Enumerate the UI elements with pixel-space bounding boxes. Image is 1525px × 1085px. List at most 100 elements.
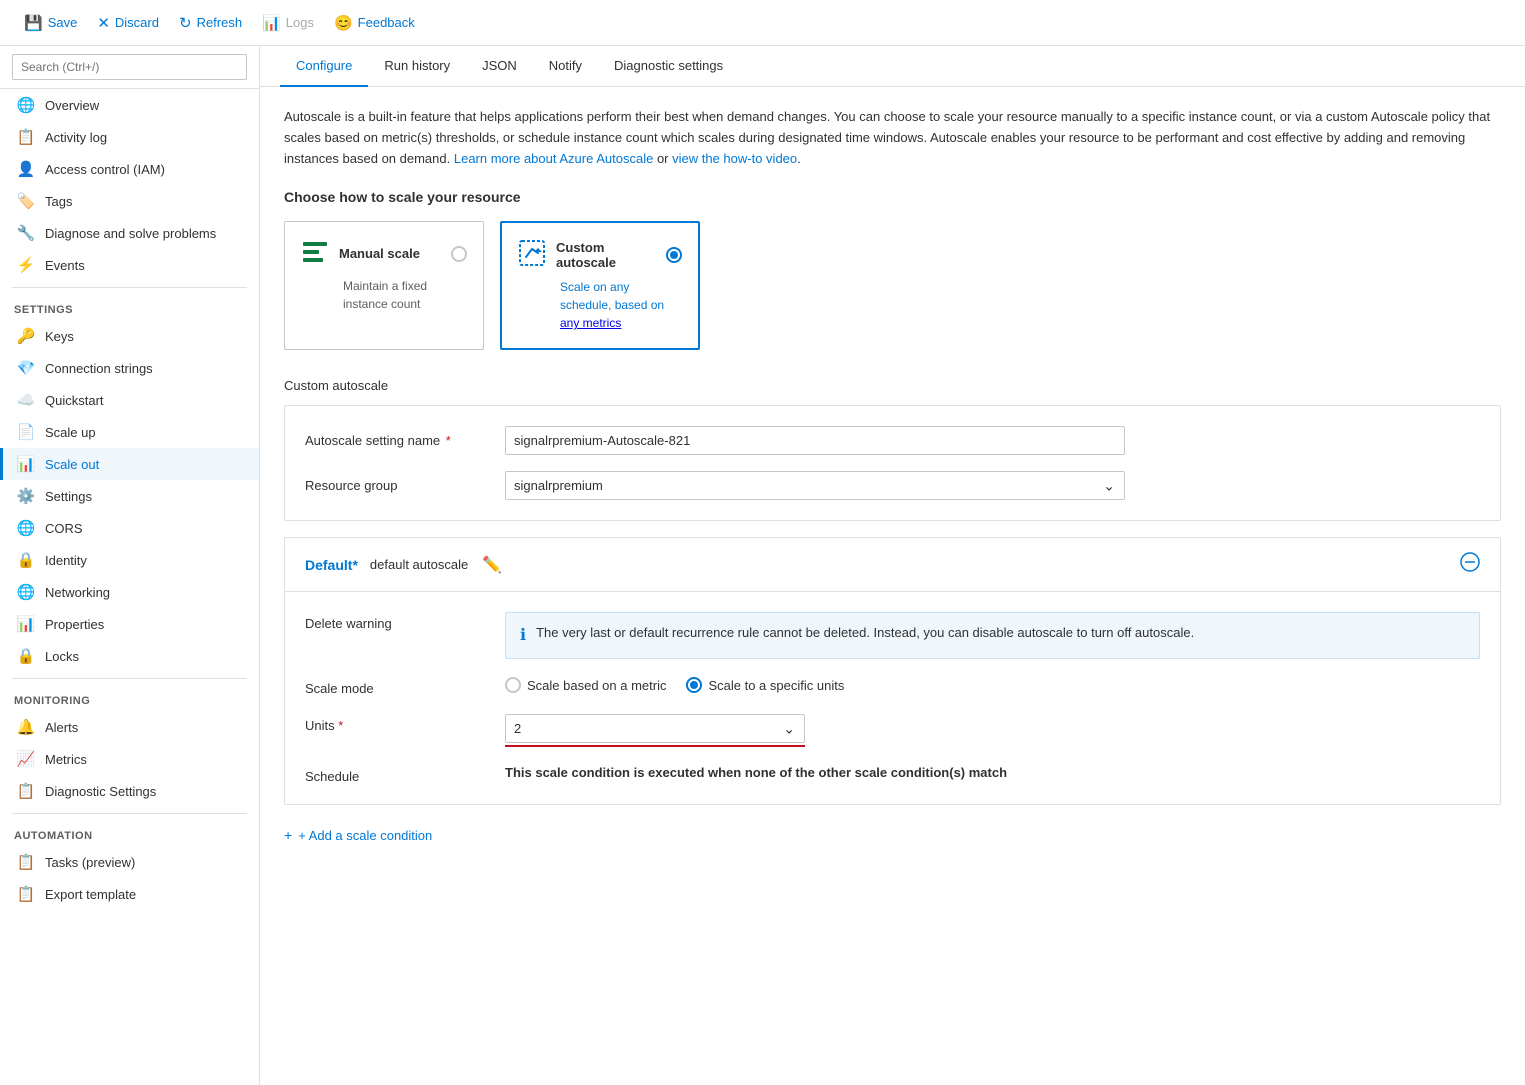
units-label: Units * xyxy=(305,714,505,733)
custom-autoscale-card[interactable]: Custom autoscale Scale on any schedule, … xyxy=(500,221,700,350)
content-area: Configure Run history JSON Notify Diagno… xyxy=(260,46,1525,1085)
sidebar-item-keys[interactable]: 🔑 Keys xyxy=(0,320,259,352)
feedback-button[interactable]: 😊 Feedback xyxy=(326,10,423,36)
sidebar: 🌐 Overview 📋 Activity log 👤 Access contr… xyxy=(0,46,260,1085)
search-input[interactable] xyxy=(12,54,247,80)
scale-out-icon: 📊 xyxy=(17,455,35,473)
manual-scale-radio[interactable] xyxy=(451,246,467,262)
units-select[interactable]: 1 2 3 4 5 xyxy=(505,714,805,743)
sidebar-item-tasks[interactable]: 📋 Tasks (preview) xyxy=(0,846,259,878)
properties-icon: 📊 xyxy=(17,615,35,633)
sidebar-item-label: Properties xyxy=(45,617,104,632)
schedule-row: Schedule This scale condition is execute… xyxy=(305,765,1480,784)
sidebar-item-diagnose[interactable]: 🔧 Diagnose and solve problems xyxy=(0,217,259,249)
identity-icon: 🔒 xyxy=(17,551,35,569)
sidebar-item-locks[interactable]: 🔒 Locks xyxy=(0,640,259,672)
sidebar-item-events[interactable]: ⚡ Events xyxy=(0,249,259,281)
sidebar-item-quickstart[interactable]: ☁️ Quickstart xyxy=(0,384,259,416)
units-select-wrap: 1 2 3 4 5 xyxy=(505,714,805,743)
sidebar-item-iam[interactable]: 👤 Access control (IAM) xyxy=(0,153,259,185)
tags-icon: 🏷️ xyxy=(17,192,35,210)
condition-body: Delete warning ℹ The very last or defaul… xyxy=(285,592,1500,804)
export-template-icon: 📋 xyxy=(17,885,35,903)
refresh-icon: ↻ xyxy=(179,14,192,32)
condition-header: Default* default autoscale ✏️ xyxy=(285,538,1500,592)
sidebar-item-settings[interactable]: ⚙️ Settings xyxy=(0,480,259,512)
keys-icon: 🔑 xyxy=(17,327,35,345)
sidebar-item-tags[interactable]: 🏷️ Tags xyxy=(0,185,259,217)
networking-icon: 🌐 xyxy=(17,583,35,601)
save-button[interactable]: 💾 Save xyxy=(16,10,85,36)
tab-run-history[interactable]: Run history xyxy=(368,46,466,87)
sidebar-item-cors[interactable]: 🌐 CORS xyxy=(0,512,259,544)
save-icon: 💾 xyxy=(24,14,43,32)
add-condition-icon: + xyxy=(284,827,292,843)
sidebar-item-label: Locks xyxy=(45,649,79,664)
alerts-icon: 🔔 xyxy=(17,718,35,736)
iam-icon: 👤 xyxy=(17,160,35,178)
resource-group-label: Resource group xyxy=(305,478,505,493)
scale-up-icon: 📄 xyxy=(17,423,35,441)
logs-button[interactable]: 📊 Logs xyxy=(254,10,322,36)
delete-warning-label: Delete warning xyxy=(305,612,505,631)
add-scale-condition-button[interactable]: + + Add a scale condition xyxy=(284,821,432,849)
condition-edit-button[interactable]: ✏️ xyxy=(480,553,504,577)
settings-divider xyxy=(12,287,247,288)
tab-diagnostic-settings[interactable]: Diagnostic settings xyxy=(598,46,739,87)
tab-configure[interactable]: Configure xyxy=(280,46,368,87)
settings-icon: ⚙️ xyxy=(17,487,35,505)
tab-json[interactable]: JSON xyxy=(466,46,533,87)
sidebar-item-connection-strings[interactable]: 💎 Connection strings xyxy=(0,352,259,384)
condition-delete-button[interactable] xyxy=(1460,552,1480,577)
diagnostic-settings-icon: 📋 xyxy=(17,782,35,800)
scale-specific-units-option[interactable]: Scale to a specific units xyxy=(686,677,844,693)
custom-autoscale-title: Custom autoscale xyxy=(556,240,656,270)
custom-autoscale-radio[interactable] xyxy=(666,247,682,263)
custom-autoscale-header: Custom autoscale xyxy=(518,239,682,270)
autoscale-name-row: Autoscale setting name * xyxy=(305,426,1480,455)
settings-header: Settings xyxy=(0,294,259,320)
resource-group-select[interactable]: signalrpremium xyxy=(505,471,1125,500)
sidebar-item-label: Diagnostic Settings xyxy=(45,784,156,799)
logs-icon: 📊 xyxy=(262,14,281,32)
sidebar-item-networking[interactable]: 🌐 Networking xyxy=(0,576,259,608)
how-to-video-link[interactable]: view the how-to video xyxy=(672,151,797,166)
custom-autoscale-section-label: Custom autoscale xyxy=(284,378,1501,393)
sidebar-item-activity-log[interactable]: 📋 Activity log xyxy=(0,121,259,153)
sidebar-item-label: Metrics xyxy=(45,752,87,767)
sidebar-item-export-template[interactable]: 📋 Export template xyxy=(0,878,259,910)
autoscale-name-input[interactable] xyxy=(505,426,1125,455)
sidebar-item-label: Events xyxy=(45,258,85,273)
sidebar-item-label: Diagnose and solve problems xyxy=(45,226,216,241)
scale-based-metric-option[interactable]: Scale based on a metric xyxy=(505,677,666,693)
sidebar-item-properties[interactable]: 📊 Properties xyxy=(0,608,259,640)
warning-text: The very last or default recurrence rule… xyxy=(536,623,1194,643)
sidebar-item-label: Activity log xyxy=(45,130,107,145)
sidebar-item-diagnostic-settings[interactable]: 📋 Diagnostic Settings xyxy=(0,775,259,807)
sidebar-item-label: Connection strings xyxy=(45,361,153,376)
sidebar-item-scale-up[interactable]: 📄 Scale up xyxy=(0,416,259,448)
sidebar-item-label: Quickstart xyxy=(45,393,104,408)
schedule-text: This scale condition is executed when no… xyxy=(505,765,1480,780)
scale-mode-radio-group: Scale based on a metric Scale to a speci… xyxy=(505,677,1480,693)
sidebar-item-overview[interactable]: 🌐 Overview xyxy=(0,89,259,121)
learn-more-link[interactable]: Learn more about Azure Autoscale xyxy=(454,151,653,166)
default-condition-box: Default* default autoscale ✏️ Delete war… xyxy=(284,537,1501,805)
autoscale-form-box: Autoscale setting name * Resource group … xyxy=(284,405,1501,521)
schedule-label: Schedule xyxy=(305,765,505,784)
sidebar-item-metrics[interactable]: 📈 Metrics xyxy=(0,743,259,775)
scale-specific-units-radio[interactable] xyxy=(686,677,702,693)
sidebar-item-scale-out[interactable]: 📊 Scale out xyxy=(0,448,259,480)
sidebar-item-label: Alerts xyxy=(45,720,78,735)
refresh-button[interactable]: ↻ Refresh xyxy=(171,10,250,36)
manual-scale-card[interactable]: Manual scale Maintain a fixed instance c… xyxy=(284,221,484,350)
discard-button[interactable]: ✕ Discard xyxy=(89,10,167,36)
discard-icon: ✕ xyxy=(97,14,110,32)
required-indicator: * xyxy=(446,433,451,448)
sidebar-item-alerts[interactable]: 🔔 Alerts xyxy=(0,711,259,743)
sidebar-item-identity[interactable]: 🔒 Identity xyxy=(0,544,259,576)
section-title: Choose how to scale your resource xyxy=(284,189,1501,205)
scale-based-metric-radio[interactable] xyxy=(505,677,521,693)
any-metrics-link[interactable]: any metrics xyxy=(560,316,621,330)
tab-notify[interactable]: Notify xyxy=(533,46,598,87)
